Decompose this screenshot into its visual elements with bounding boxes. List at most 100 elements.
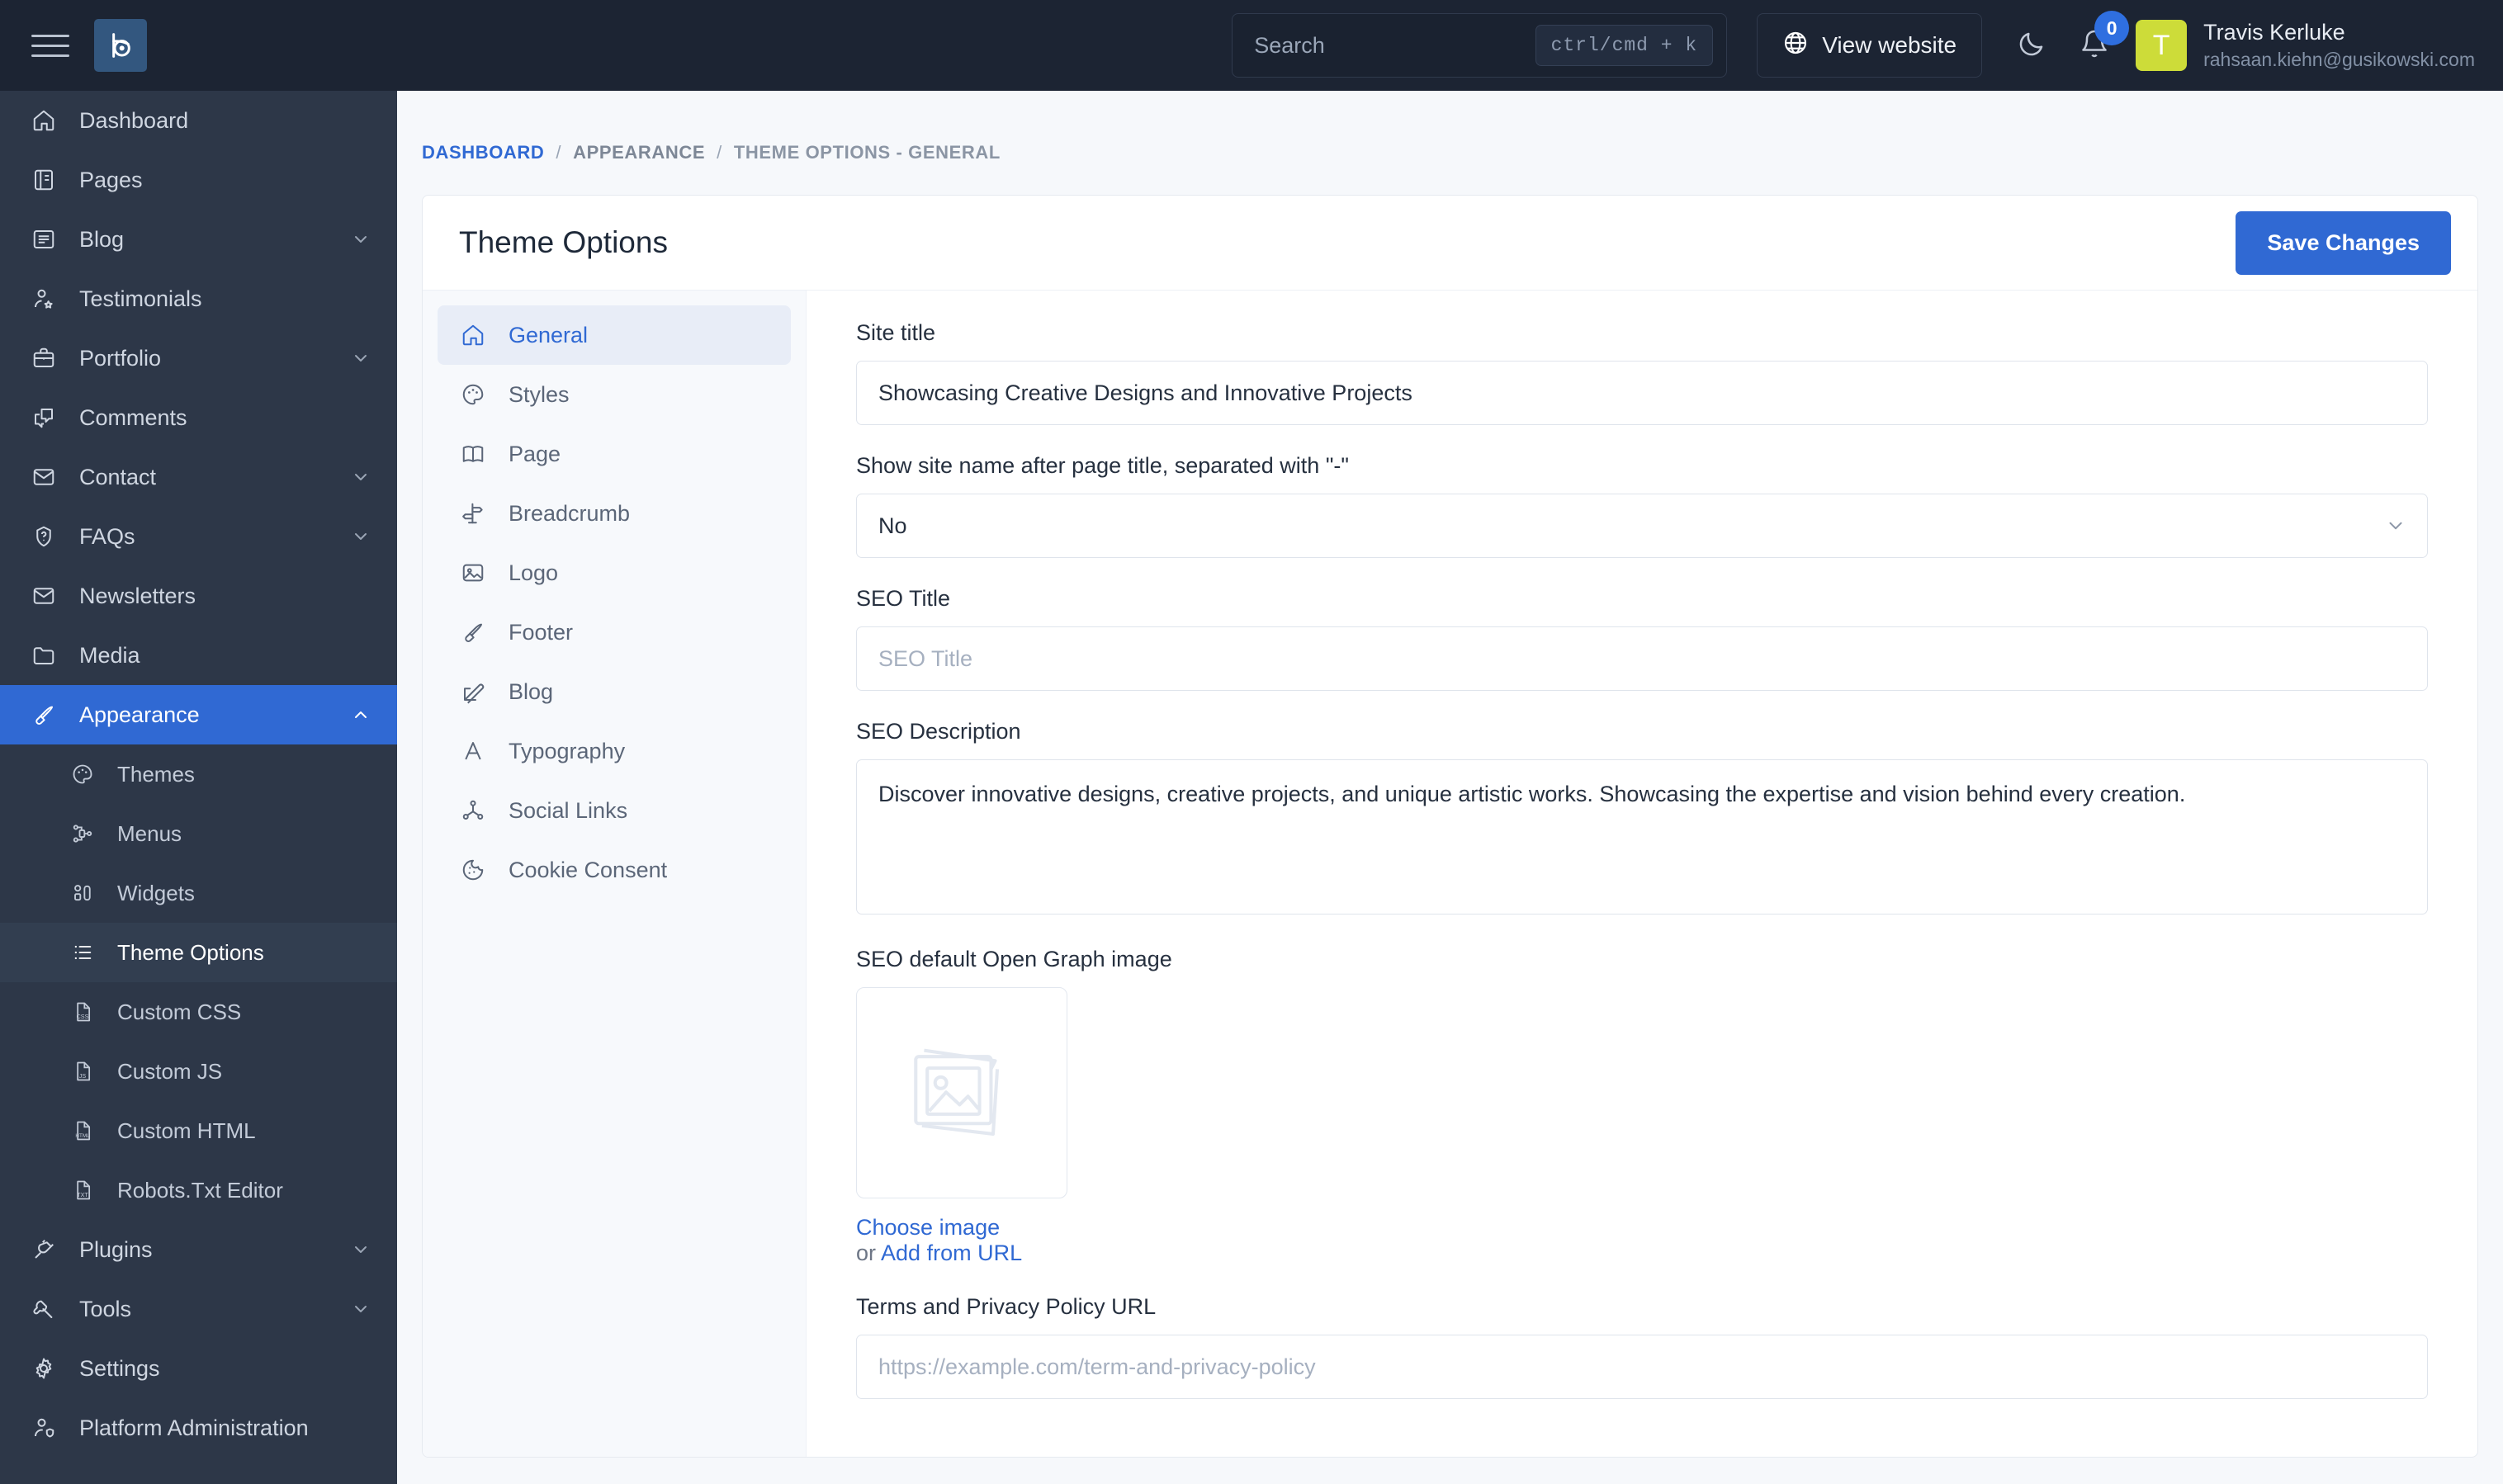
- sidebar-item-theme-options[interactable]: Theme Options: [0, 923, 397, 982]
- choose-image-link[interactable]: Choose image: [856, 1215, 2428, 1241]
- tab-logo[interactable]: Logo: [438, 543, 791, 603]
- sidebar-item-testimonials[interactable]: Testimonials: [0, 269, 397, 328]
- js-file-icon: JS: [71, 1060, 107, 1083]
- tab-label: General: [509, 322, 589, 347]
- palette-icon: [461, 382, 499, 407]
- botble-logo[interactable]: [94, 19, 147, 72]
- breadcrumb-separator: /: [717, 142, 722, 163]
- tab-cookie-consent[interactable]: Cookie Consent: [438, 840, 791, 900]
- site-title-label: Site title: [856, 320, 936, 345]
- sidebar-item-label: FAQs: [79, 523, 135, 549]
- breadcrumb-dashboard[interactable]: DASHBOARD: [422, 142, 544, 163]
- sidebar-item-label: Tools: [79, 1296, 132, 1321]
- search-input[interactable]: Search ctrl/cmd + k: [1232, 13, 1728, 78]
- tab-label: Cookie Consent: [509, 857, 668, 882]
- sidebar-item-widgets[interactable]: Widgets: [0, 863, 397, 923]
- field-site-title: Site title: [856, 320, 2428, 425]
- sidebar-item-plugins[interactable]: Plugins: [0, 1220, 397, 1279]
- seo-title-label: SEO Title: [856, 586, 951, 611]
- home-icon: [461, 323, 499, 347]
- sidebar-item-label: Pages: [79, 167, 143, 192]
- theme-options-card: Theme Options Save Changes General Style…: [422, 195, 2478, 1458]
- tab-typography[interactable]: Typography: [438, 721, 791, 781]
- view-website-button[interactable]: View website: [1757, 13, 1983, 78]
- image-icon: [461, 560, 499, 585]
- tab-label: Footer: [509, 619, 574, 645]
- sidebar-item-robots-txt-editor[interactable]: TXT Robots.Txt Editor: [0, 1160, 397, 1220]
- user-email: rahsaan.kiehn@gusikowski.com: [2203, 49, 2475, 70]
- site-title-input[interactable]: [856, 361, 2428, 425]
- chevron-down-icon: [351, 348, 371, 368]
- sidebar-item-themes[interactable]: Themes: [0, 744, 397, 804]
- sidebar-item-tools[interactable]: Tools: [0, 1279, 397, 1339]
- chevron-down-icon: [351, 229, 371, 249]
- sidebar-item-platform-administration[interactable]: Platform Administration: [0, 1398, 397, 1458]
- sidebar-subitem-label: Themes: [117, 761, 195, 787]
- txt-file-icon: TXT: [71, 1179, 107, 1202]
- add-from-url-row: or Add from URL: [856, 1241, 2428, 1266]
- sidebar-item-appearance[interactable]: Appearance: [0, 685, 397, 744]
- hamburger-line: [31, 34, 69, 37]
- tab-label: Breadcrumb: [509, 500, 631, 526]
- sidebar-item-contact[interactable]: Contact: [0, 447, 397, 507]
- card-header: Theme Options Save Changes: [423, 196, 2477, 291]
- plug-icon: [31, 1237, 69, 1262]
- chevron-up-icon: [351, 705, 371, 725]
- sidebar-item-blog[interactable]: Blog: [0, 210, 397, 269]
- home-icon: [31, 108, 69, 133]
- sidebar-item-pages[interactable]: Pages: [0, 150, 397, 210]
- breadcrumb-appearance[interactable]: APPEARANCE: [573, 142, 705, 163]
- sidebar-item-newsletters[interactable]: Newsletters: [0, 566, 397, 626]
- sidebar-item-settings[interactable]: Settings: [0, 1339, 397, 1398]
- book-icon: [461, 442, 499, 466]
- list-icon: [71, 941, 107, 964]
- dark-mode-toggle[interactable]: [2009, 22, 2055, 69]
- brush-icon: [461, 620, 499, 645]
- avatar[interactable]: T: [2136, 20, 2188, 71]
- sidebar-item-custom-js[interactable]: JS Custom JS: [0, 1042, 397, 1101]
- sidebar-item-comments[interactable]: Comments: [0, 388, 397, 447]
- sidebar-item-portfolio[interactable]: Portfolio: [0, 328, 397, 388]
- top-bar-right: Search ctrl/cmd + k View website 0 T Tra…: [1232, 11, 2503, 78]
- html-file-icon: HTML: [71, 1119, 107, 1142]
- tab-general[interactable]: General: [438, 305, 791, 365]
- add-from-url-link[interactable]: Add from URL: [881, 1241, 1022, 1265]
- sidebar-item-media[interactable]: Media: [0, 626, 397, 685]
- tab-styles[interactable]: Styles: [438, 365, 791, 424]
- css-file-icon: CSS: [71, 1000, 107, 1023]
- sidebar-item-custom-html[interactable]: HTML Custom HTML: [0, 1101, 397, 1160]
- seo-description-textarea[interactable]: Discover innovative designs, creative pr…: [856, 759, 2428, 915]
- palette-icon: [71, 763, 107, 786]
- sidebar-item-label: Testimonials: [79, 286, 202, 311]
- tab-social-links[interactable]: Social Links: [438, 781, 791, 840]
- briefcase-icon: [31, 346, 69, 371]
- hamburger-line: [31, 54, 69, 57]
- sidebar-item-custom-css[interactable]: CSS Custom CSS: [0, 982, 397, 1042]
- sidebar-subitem-label: Custom JS: [117, 1058, 223, 1084]
- breadcrumb-current: THEME OPTIONS - GENERAL: [733, 142, 1001, 163]
- sidebar-subitem-label: Custom CSS: [117, 999, 242, 1024]
- hamburger-icon[interactable]: [31, 31, 69, 59]
- sidebar-item-faqs[interactable]: FAQs: [0, 507, 397, 566]
- notifications-button[interactable]: 0: [2071, 11, 2130, 69]
- sidebar-item-menus[interactable]: Menus: [0, 804, 397, 863]
- tab-breadcrumb[interactable]: Breadcrumb: [438, 484, 791, 543]
- seo-description-label: SEO Description: [856, 719, 1021, 744]
- sidebar-subitem-label: Custom HTML: [117, 1118, 256, 1143]
- og-image-dropzone[interactable]: [856, 987, 1067, 1198]
- show-site-name-select[interactable]: [856, 494, 2428, 558]
- seo-title-input[interactable]: [856, 626, 2428, 691]
- save-changes-button[interactable]: Save Changes: [2236, 210, 2451, 275]
- terms-url-input[interactable]: [856, 1335, 2428, 1399]
- top-bar: Search ctrl/cmd + k View website 0 T Tra…: [0, 0, 2503, 91]
- image-placeholder-icon: [899, 1033, 1024, 1153]
- sidebar-item-dashboard[interactable]: Dashboard: [0, 91, 397, 150]
- tab-blog[interactable]: Blog: [438, 662, 791, 721]
- sidebar: Dashboard Pages Blog Testimonials Portfo…: [0, 91, 397, 1484]
- tab-label: Styles: [509, 381, 570, 407]
- tab-footer[interactable]: Footer: [438, 603, 791, 662]
- brush-icon: [31, 702, 69, 727]
- or-label: or: [856, 1241, 882, 1265]
- user-menu[interactable]: Travis Kerluke rahsaan.kiehn@gusikowski.…: [2203, 20, 2475, 71]
- tab-page[interactable]: Page: [438, 424, 791, 484]
